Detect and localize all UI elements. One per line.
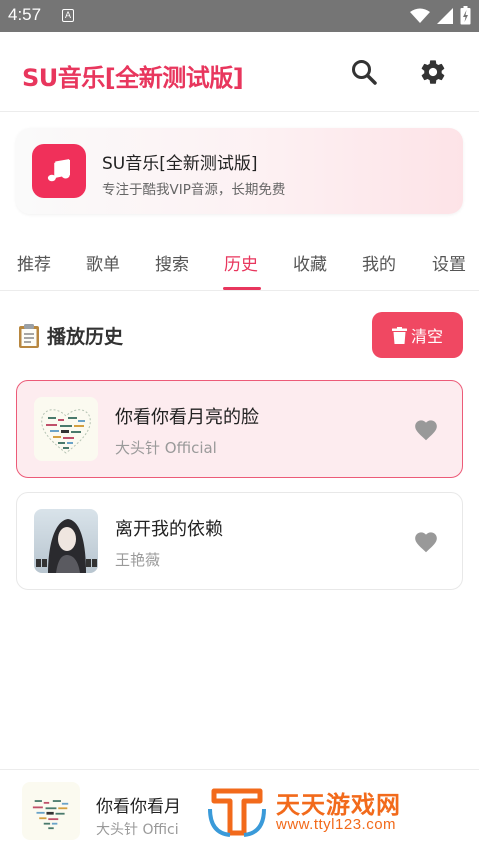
- mini-player-artist: 大头针 Offici: [96, 822, 179, 838]
- settings-button[interactable]: [415, 54, 451, 90]
- tab-recommend[interactable]: 推荐: [17, 250, 51, 275]
- clear-history-label: 清空: [410, 327, 443, 346]
- song-artist: 王艳薇: [115, 551, 161, 569]
- search-icon: [352, 60, 377, 85]
- tab-favorites[interactable]: 收藏: [293, 250, 327, 275]
- app-banner: SU音乐[全新测试版] 专注于酷我VIP音源，长期免费: [16, 128, 463, 214]
- favorite-button[interactable]: [411, 527, 441, 555]
- banner-title: SU音乐[全新测试版]: [102, 154, 258, 174]
- song-title: 离开我的依赖: [115, 519, 223, 540]
- banner-subtitle: 专注于酷我VIP音源，长期免费: [102, 182, 286, 198]
- tab-bar: 推荐 歌单 搜索 历史 收藏 我的 设置: [0, 236, 479, 291]
- song-title: 你看你看月亮的脸: [115, 407, 259, 428]
- tab-search[interactable]: 搜索: [155, 250, 189, 275]
- heart-icon: [415, 532, 437, 553]
- gear-icon: [421, 60, 445, 84]
- history-song-item[interactable]: 离开我的依赖 王艳薇: [16, 492, 463, 590]
- watermark-logo-icon: [208, 788, 266, 837]
- portrait-cover: [36, 519, 97, 573]
- tab-mine[interactable]: 我的: [362, 250, 396, 275]
- tab-playlists[interactable]: 歌单: [86, 250, 120, 275]
- system-icons: [410, 6, 471, 25]
- favorite-button[interactable]: [411, 415, 441, 443]
- status-time: 4:57: [8, 5, 42, 24]
- music-note-icon: [47, 159, 70, 182]
- heart-word-cloud-cover: [32, 800, 69, 830]
- clipboard-icon: [19, 323, 39, 348]
- heart-word-cloud-cover: [41, 409, 91, 454]
- history-title: 播放历史: [47, 326, 124, 348]
- song-artist: 大头针 Official: [115, 439, 217, 457]
- tab-settings[interactable]: 设置: [432, 250, 466, 275]
- clear-history-button[interactable]: 清空: [372, 312, 463, 358]
- history-header: 播放历史: [17, 322, 123, 349]
- album-cover: [34, 509, 98, 573]
- watermark-url: www.ttyl123.com: [276, 816, 397, 833]
- tab-active-indicator: [223, 287, 261, 290]
- status-bar: 4:57 A: [0, 0, 479, 32]
- app-bar: SU音乐[全新测试版]: [0, 32, 479, 112]
- trash-icon: [391, 326, 407, 344]
- search-button[interactable]: [346, 54, 382, 90]
- mini-player-cover: [22, 782, 80, 840]
- signal-icon: [437, 7, 453, 24]
- app-logo: [32, 144, 86, 198]
- tab-history[interactable]: 历史: [224, 250, 258, 275]
- mini-player-title: 你看你看月: [96, 797, 181, 817]
- battery-icon: [460, 6, 471, 25]
- album-cover: [34, 397, 98, 461]
- notification-icon: A: [62, 9, 74, 22]
- site-watermark: 天天游戏网 www.ttyl123.com: [190, 771, 479, 849]
- heart-icon: [415, 420, 437, 441]
- wifi-icon: [410, 8, 430, 23]
- watermark-text: 天天游戏网: [276, 791, 401, 819]
- app-title: SU音乐[全新测试版]: [22, 64, 244, 92]
- history-song-item[interactable]: 你看你看月亮的脸 大头针 Official: [16, 380, 463, 478]
